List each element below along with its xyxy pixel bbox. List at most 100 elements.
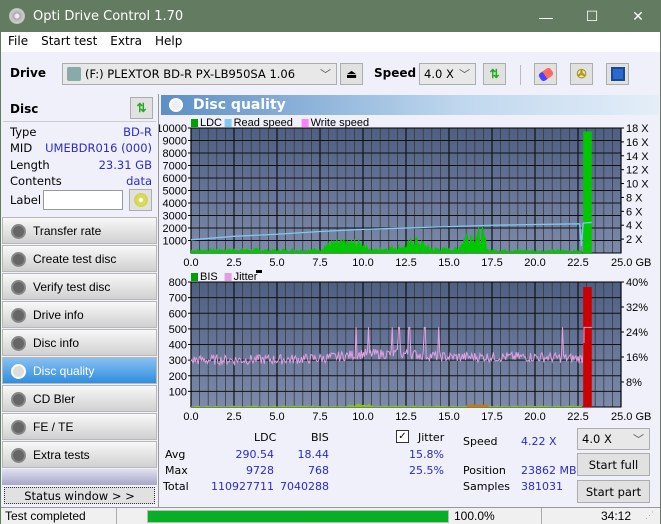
nav-verify-test-disc[interactable]: Verify test disc [2,273,157,300]
test-speed-select[interactable]: 4.0 X ﹀ [577,428,650,450]
disc-refresh-button[interactable]: ⇅ [130,97,153,119]
resize-grip-icon[interactable]: ⋰ [645,510,654,521]
maximize-button[interactable]: ☐ [569,1,615,32]
y-tick-label: 100 [169,386,187,398]
x-tick-label: 15.0 [438,257,459,269]
disc-label-input[interactable] [43,190,123,210]
nav-extra-tests[interactable]: Extra tests [2,441,157,468]
nav-label: Extra tests [33,447,90,462]
y2-tick-label: 18 X [626,123,649,135]
nav-create-test-disc[interactable]: Create test disc [2,245,157,272]
erase-button[interactable] [534,63,557,85]
disc-label-label: Label [10,193,42,207]
title-bar: Opti Drive Control 1.70 — ☐ ✕ [1,1,660,32]
y2-tick-label: 24% [626,327,648,339]
y-tick-label: 5000 [163,186,187,198]
col-ldc-header: LDC [254,431,277,444]
verify-disc-icon [11,280,26,295]
start-part-button[interactable]: Start part [577,480,650,503]
x-tick-label: 20.0 [524,411,545,423]
nav-transfer-rate[interactable]: Transfer rate [2,217,157,244]
eject-icon: ⏏ [345,67,358,81]
legend-swatch [191,119,198,127]
position-value: 23862 MB [521,464,577,477]
y2-tick-label: 40% [626,277,648,289]
y-tick-label: 4000 [163,198,187,210]
disc-length-value: 23.31 GB [98,158,152,172]
refresh-button[interactable]: ⇅ [483,63,506,85]
cd-bler-icon [11,392,26,407]
y-tick-label: 8000 [163,148,187,160]
col-bis-header: BIS [311,431,329,444]
x-tick-label: 25.0 GB [611,257,651,269]
y2-tick-label: 4 X [626,220,643,232]
max-jitter: 25.5% [409,464,444,477]
ldc-max-bar [583,131,592,253]
x-tick-label: 15.0 [438,411,459,423]
x-tick-label: 20.0 [524,257,545,269]
y-tick-label: 500 [169,324,187,336]
nav-fe-te[interactable]: FE / TE [2,413,157,440]
save-button[interactable] [606,63,629,85]
speed-select-value: 4.0 X [424,67,454,81]
drive-info-icon [11,308,26,323]
nav-drive-info[interactable]: Drive info [2,301,157,328]
total-bis: 7040288 [280,480,329,493]
y-tick-label: 7000 [163,161,187,173]
close-button[interactable]: ✕ [615,1,661,32]
x-tick-label: 12.5 [395,411,416,423]
y2-tick-label: 32% [626,302,648,314]
x-tick-label: 10.0 [352,257,373,269]
refresh-arrows-icon: ⇅ [489,67,500,81]
legend-label: BIS [200,271,218,283]
minimize-button[interactable]: — [523,1,569,32]
menu-help[interactable]: Help [148,32,188,48]
speed-select[interactable]: 4.0 X ﹀ [419,63,476,85]
disc-label-button[interactable] [129,189,152,211]
settings-button[interactable]: ✇ [570,63,593,85]
status-divider [541,508,542,524]
eject-button[interactable]: ⏏ [340,63,363,85]
y-tick-label: 2000 [163,223,187,235]
nav-disc-info[interactable]: Disc info [2,329,157,356]
legend-label: Jitter [234,271,258,283]
refresh-arrows-icon: ⇅ [136,101,147,115]
x-tick-label: 2.5 [226,257,241,269]
menu-file[interactable]: File [1,32,34,48]
legend-swatch [301,119,309,127]
x-tick-label: 12.5 [395,257,416,269]
disc-length-label: Length [10,158,50,172]
nav-cd-bler[interactable]: CD Bler [2,385,157,412]
total-label: Total [163,480,189,493]
y-tick-label: 700 [169,293,187,305]
avg-bis: 18.44 [297,448,330,461]
nav-label: Verify test disc [33,279,111,294]
nav-disc-quality[interactable]: Disc quality [2,357,157,384]
progress-bar [147,510,449,523]
status-window-button[interactable]: Status window > > [4,487,155,504]
disc-quality-icon [169,98,183,112]
disc-header-title: Disc [10,102,39,116]
y-tick-label: 10000 [159,123,187,135]
nav-label: Create test disc [33,251,117,266]
start-full-button[interactable]: Start full [577,453,650,476]
x-tick-label: 5.0 [269,411,284,423]
menu-extra[interactable]: Extra [103,32,148,48]
max-ldc: 9728 [246,464,274,477]
y-tick-label: 600 [169,308,187,320]
legend-swatch [224,119,232,127]
nav-label: Drive info [33,307,84,322]
menu-start-test[interactable]: Start test [34,32,103,48]
x-tick-label: 5.0 [269,257,284,269]
x-tick-label: 22.5 [567,411,588,423]
app-window: Opti Drive Control 1.70 — ☐ ✕ File Start … [0,0,661,524]
y2-tick-label: 8% [626,377,642,389]
nav-label: Disc quality [33,363,95,378]
avg-jitter: 15.8% [409,448,444,461]
jitter-checkbox[interactable]: ✓ [396,430,409,443]
speed-stat-label: Speed [463,435,498,448]
x-tick-label: 0.0 [183,257,198,269]
x-tick-label: 17.5 [481,411,502,423]
disc-info-icon [11,336,26,351]
drive-select[interactable]: (F:) PLEXTOR BD-R PX-LB950SA 1.06 ﹀ [62,63,337,85]
